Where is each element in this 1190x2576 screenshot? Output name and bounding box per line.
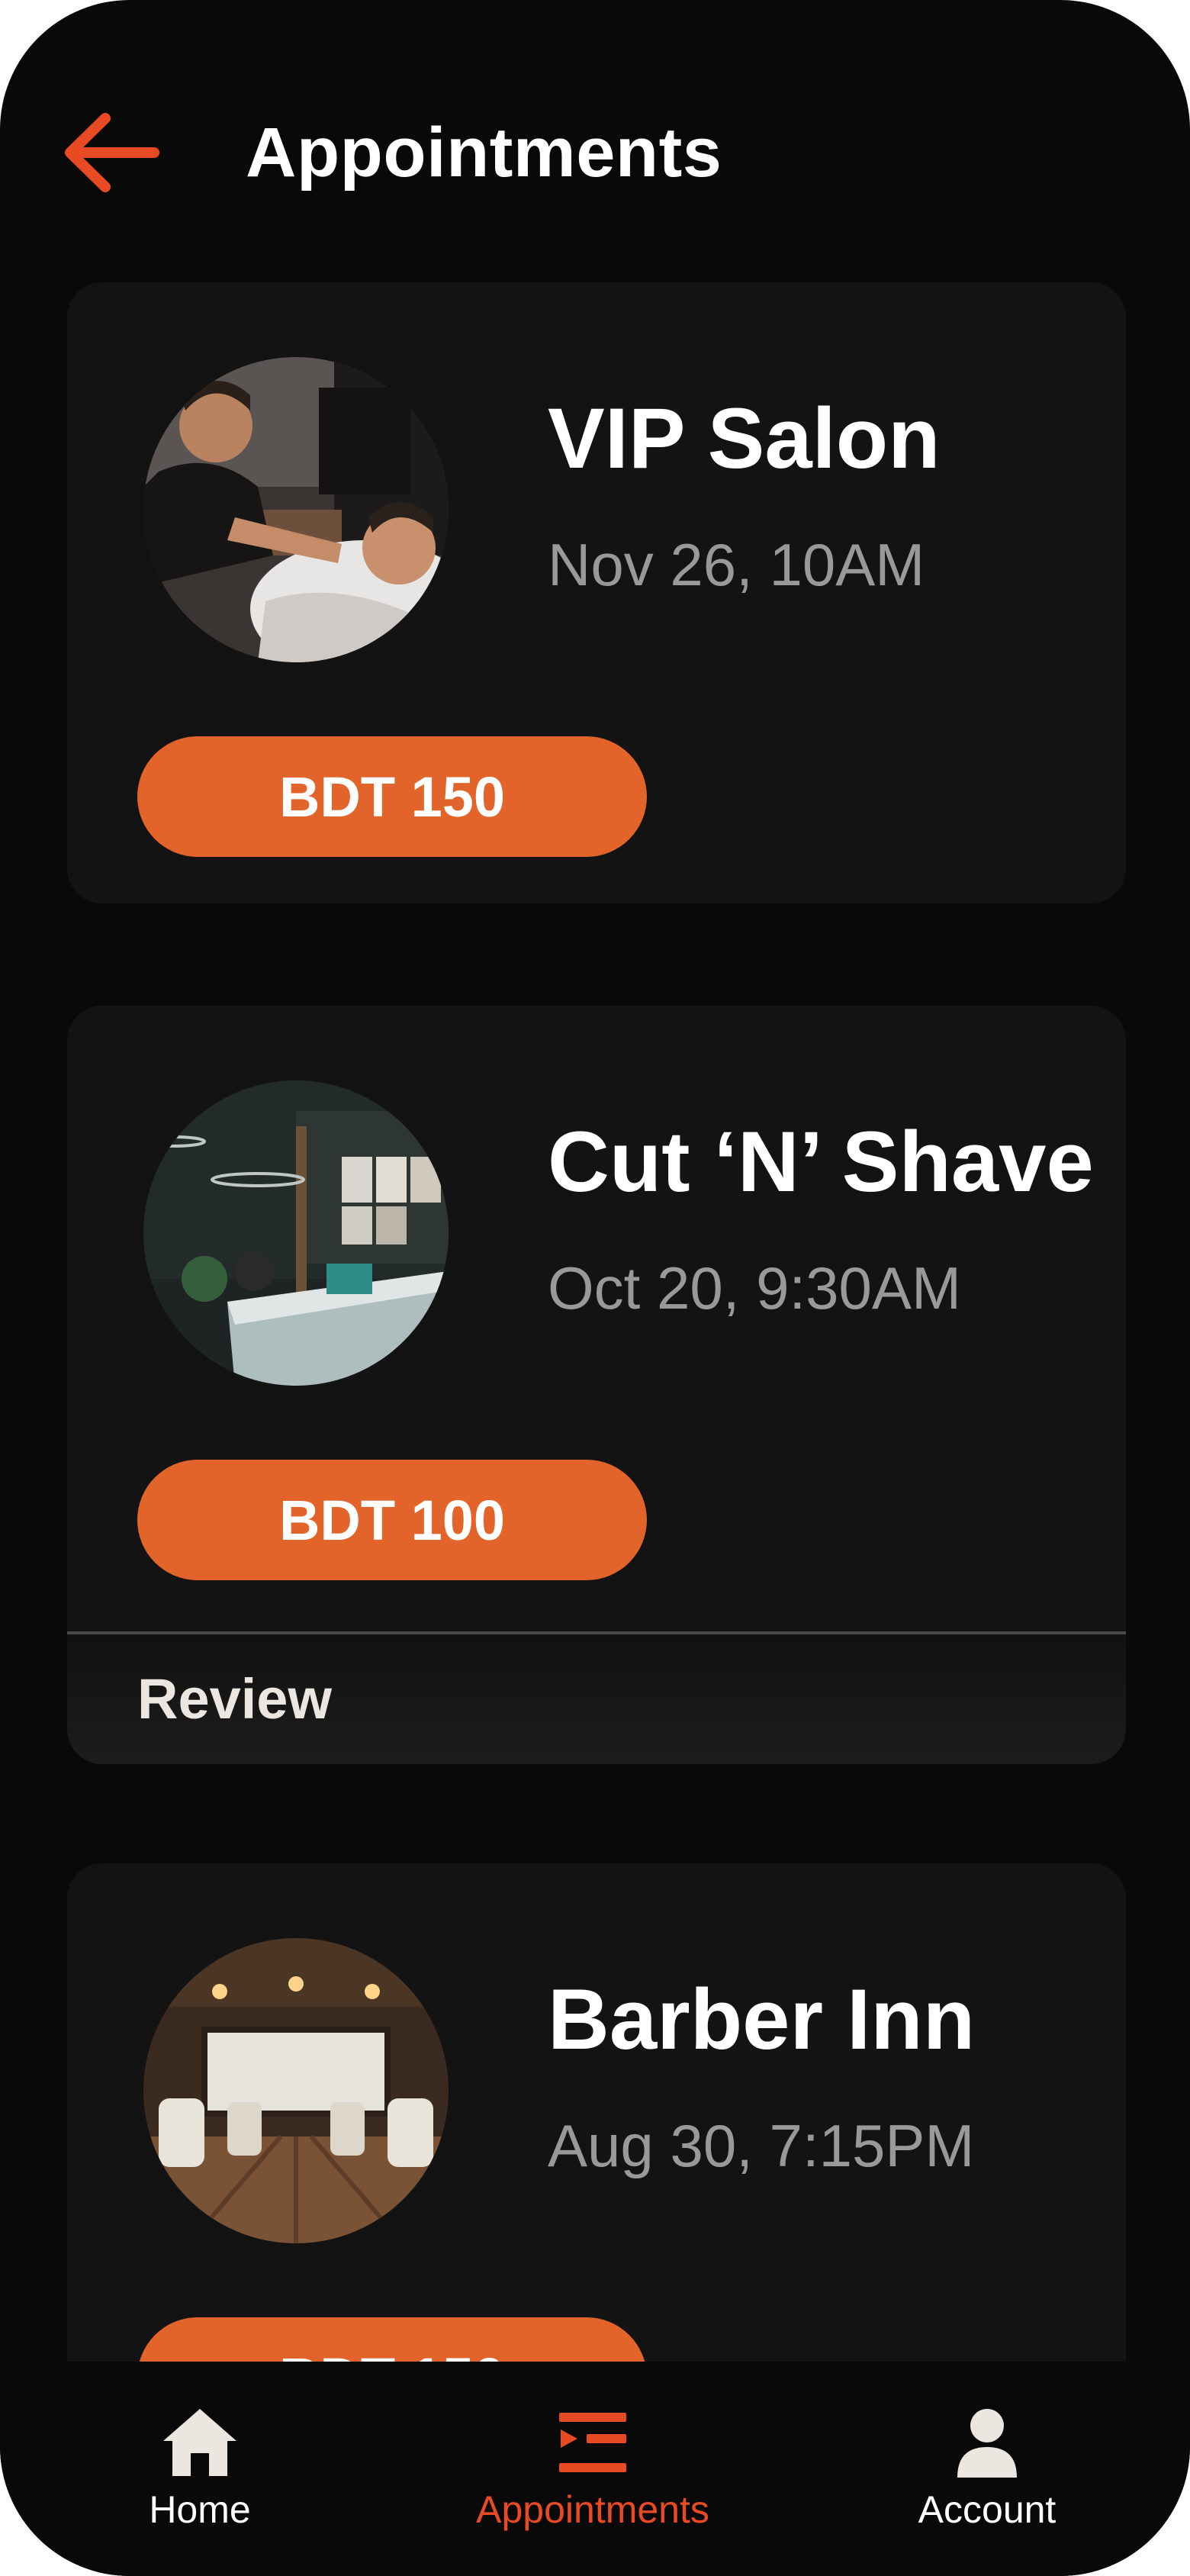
appointment-card[interactable]: Cut ‘N’ Shave Oct 20, 9:30AM BDT 100 Rev… [67,1006,1126,1764]
price-button[interactable]: BDT 100 [137,1460,647,1580]
app-header: Appointments [0,0,1190,259]
back-button[interactable] [61,107,160,198]
salon-name: VIP Salon [548,391,941,486]
salon-photo [143,357,449,662]
appointment-datetime: Aug 30, 7:15PM [548,2112,975,2179]
appointment-datetime: Nov 26, 10AM [548,531,925,598]
salon-photo [143,1080,449,1386]
price-button[interactable]: BDT 150 [137,736,647,857]
bottom-nav: Home Appointments Account [0,2362,1190,2576]
appointment-datetime: Oct 20, 9:30AM [548,1254,961,1322]
price-button[interactable]: BDT 150 [137,2317,647,2362]
appointment-card[interactable]: VIP Salon Nov 26, 10AM BDT 150 [67,282,1126,903]
nav-label: Appointments [476,2488,709,2531]
salon-photo [143,1938,449,2243]
phone-screen: Appointments VIP Salon Nov 26, 10AM BDT … [0,0,1190,2576]
arrow-left-icon [65,113,159,192]
salon-name: Barber Inn [548,1972,976,2067]
home-icon [158,2404,242,2481]
account-icon [945,2404,1029,2481]
nav-item-account[interactable]: Account [850,2404,1124,2549]
page-title: Appointments [246,114,722,192]
nav-item-home[interactable]: Home [63,2404,337,2549]
appointments-list[interactable]: VIP Salon Nov 26, 10AM BDT 150 Cut ‘N’ S… [0,259,1190,2362]
review-button[interactable]: Review [67,1631,1126,1764]
salon-name: Cut ‘N’ Shave [548,1114,1094,1209]
nav-label: Account [918,2488,1057,2531]
appointment-card[interactable]: Barber Inn Aug 30, 7:15PM BDT 150 [67,1863,1126,2362]
nav-label: Home [149,2488,251,2531]
review-label: Review [137,1667,333,1731]
appointments-icon [551,2404,635,2481]
nav-item-appointments[interactable]: Appointments [455,2404,730,2549]
